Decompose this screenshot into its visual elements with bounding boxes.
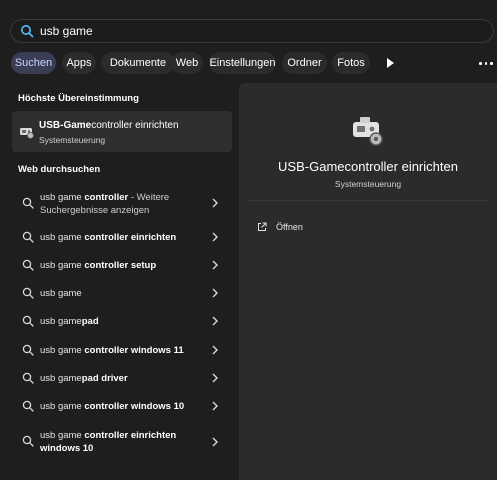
chevron-right-icon: [212, 260, 218, 270]
web-result-text: usb game controller einrichten: [40, 232, 177, 243]
search-icon: [22, 315, 34, 327]
play-icon[interactable]: [385, 57, 395, 69]
best-match-heading: Höchste Übereinstimmung: [18, 93, 139, 104]
web-result-item[interactable]: usb gamepad driver: [12, 367, 232, 391]
tab-suchen[interactable]: Suchen: [11, 52, 56, 74]
open-external-icon: [258, 222, 267, 231]
search-icon: [22, 435, 34, 447]
chevron-right-icon: [212, 345, 218, 355]
web-result-item[interactable]: usb game controller setup: [12, 254, 232, 278]
web-result-item[interactable]: usb game controller einrichten windows 1…: [12, 429, 232, 459]
web-result-text: usb game controller setup: [40, 260, 157, 271]
chevron-right-icon: [212, 316, 218, 326]
search-box[interactable]: [10, 19, 494, 43]
preview-title: USB-Gamecontroller einrichten: [278, 159, 458, 174]
web-result-item[interactable]: usb game controller - Weitere Suchergebn…: [12, 192, 232, 220]
search-icon: [22, 287, 34, 299]
web-result-text: usb gamepad: [40, 316, 99, 327]
best-match-title: USB-Gamecontroller einrichten: [39, 120, 179, 131]
search-icon: [22, 344, 34, 356]
tab-dokumente[interactable]: Dokumente: [101, 52, 175, 74]
tab-web[interactable]: Web: [171, 52, 203, 74]
gamecontroller-icon: [353, 117, 383, 146]
search-icon: [22, 400, 34, 412]
web-result-text: usb game controller einrichten windows 1…: [40, 430, 177, 454]
chevron-right-icon: [212, 232, 218, 242]
search-icon: [22, 372, 34, 384]
preview-subtitle: Systemsteuerung: [334, 179, 402, 189]
preview-pane: USB-Gamecontroller einrichten Systemsteu…: [239, 83, 497, 480]
web-result-item[interactable]: usb game controller windows 10: [12, 395, 232, 419]
web-result-item[interactable]: usb gamepad: [12, 310, 232, 334]
gamecontroller-icon: [20, 128, 34, 139]
web-result-text: usb game controller - Weitere Suchergebn…: [40, 192, 170, 216]
best-match-result[interactable]: USB-Gamecontroller einrichten Systemsteu…: [12, 111, 232, 152]
web-result-item[interactable]: usb game controller windows 11: [12, 339, 232, 363]
web-result-text: usb gamepad driver: [40, 373, 128, 384]
web-result-item[interactable]: usb game controller einrichten: [12, 226, 232, 250]
chevron-right-icon: [212, 437, 218, 447]
search-icon: [22, 197, 34, 209]
chevron-right-icon: [212, 401, 218, 411]
divider: [249, 200, 487, 201]
search-icon: [22, 259, 34, 271]
chevron-right-icon: [212, 198, 218, 208]
chevron-right-icon: [212, 288, 218, 298]
chevron-right-icon: [212, 373, 218, 383]
more-options-button[interactable]: [476, 54, 496, 72]
search-icon: [21, 25, 34, 38]
web-result-text: usb game: [40, 288, 82, 299]
web-result-text: usb game controller windows 11: [40, 345, 184, 356]
web-result-item[interactable]: usb game: [12, 282, 232, 306]
tab-einstellungen[interactable]: Einstellungen: [209, 52, 276, 74]
best-match-subtitle: Systemsteuerung: [39, 135, 106, 145]
tab-fotos[interactable]: Fotos: [332, 52, 370, 74]
search-input[interactable]: [40, 22, 460, 40]
web-search-heading: Web durchsuchen: [18, 164, 101, 175]
web-result-text: usb game controller windows 10: [40, 401, 185, 412]
search-icon: [22, 231, 34, 243]
open-action-label: Öffnen: [276, 222, 303, 232]
tab-apps[interactable]: Apps: [62, 52, 96, 74]
tab-ordner[interactable]: Ordner: [282, 52, 327, 74]
